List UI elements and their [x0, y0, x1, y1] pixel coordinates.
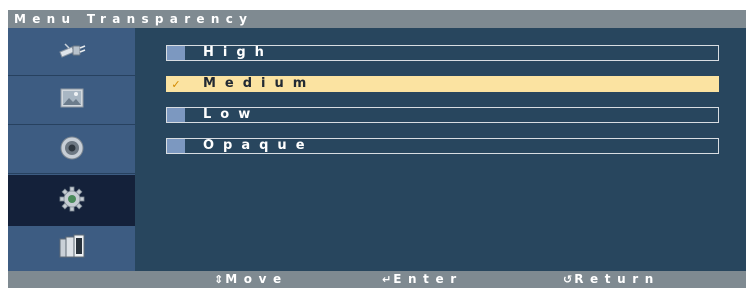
option-label: High — [203, 45, 273, 60]
sidebar-item-multi-display[interactable] — [8, 226, 135, 271]
option-indicator — [167, 108, 185, 122]
plug-icon — [57, 38, 87, 66]
check-icon: ✓ — [171, 77, 181, 91]
option-label: Opaque — [203, 138, 314, 153]
move-hint: ⇕ Move — [214, 271, 288, 288]
enter-hint: ↵ Enter — [382, 271, 463, 288]
option-label: Medium — [203, 76, 316, 91]
options-panel: High ✓ Medium Low Opaque — [135, 28, 746, 271]
option-label: Low — [203, 107, 260, 122]
option-high[interactable]: High — [166, 45, 719, 61]
footer-help-bar: ⇕ Move ↵ Enter ↺ Return — [8, 271, 746, 288]
multi-screen-icon — [57, 233, 87, 265]
gear-icon — [58, 185, 86, 217]
option-opaque[interactable]: Opaque — [166, 138, 719, 154]
enter-icon: ↵ — [382, 273, 392, 286]
option-medium[interactable]: ✓ Medium — [166, 76, 719, 92]
return-hint: ↺ Return — [563, 271, 660, 288]
sidebar — [8, 28, 135, 271]
return-icon: ↺ — [563, 273, 573, 286]
enter-label: Enter — [393, 272, 463, 286]
sidebar-item-input[interactable] — [8, 28, 135, 76]
menu-title: Menu Transparency — [8, 10, 746, 28]
picture-icon — [57, 86, 87, 116]
sidebar-item-sound[interactable] — [8, 126, 135, 174]
option-low[interactable]: Low — [166, 107, 719, 123]
move-icon: ⇕ — [214, 273, 224, 286]
option-indicator — [167, 139, 185, 153]
sidebar-item-picture[interactable] — [8, 77, 135, 125]
option-indicator — [167, 46, 185, 60]
sidebar-item-setup[interactable] — [8, 175, 135, 226]
move-label: Move — [225, 272, 288, 286]
speaker-icon — [58, 134, 86, 166]
osd-menu: Menu Transparency High ✓ Medium Low Opaq… — [0, 0, 754, 295]
return-label: Return — [574, 272, 660, 286]
